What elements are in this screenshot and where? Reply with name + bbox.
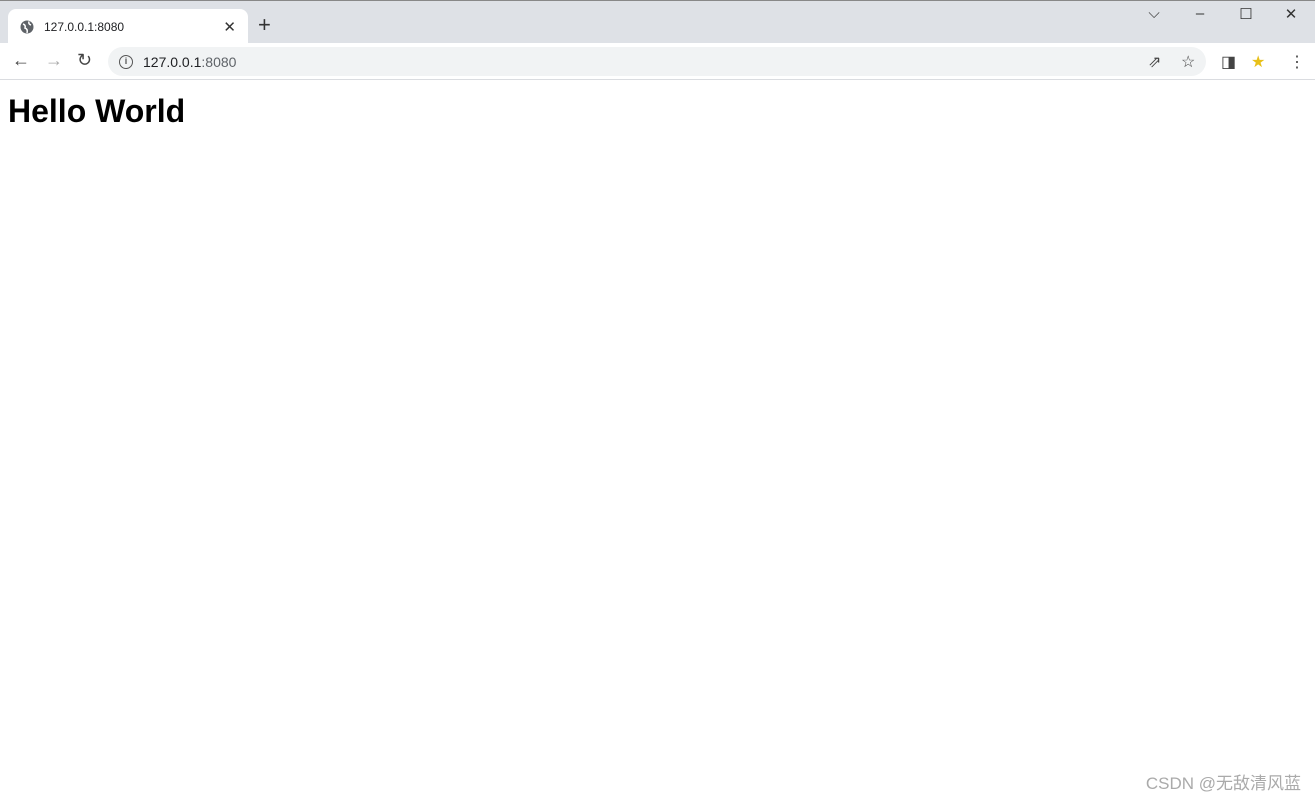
globe-icon [20,20,34,33]
forward-arrow-icon[interactable]: → [45,50,63,71]
tab-active[interactable]: 127.0.0.1:8080 ✕ [8,9,248,44]
address-bar[interactable]: i 127.0.0.1:8080 [108,47,1206,76]
profile-avatar-icon[interactable]: ★ [1251,52,1265,72]
share-icon[interactable]: ⇗ [1148,52,1161,72]
bookmark-star-icon[interactable]: ☆ [1181,52,1195,72]
new-tab-button[interactable]: + [258,14,271,36]
reload-icon[interactable]: ↻ [77,50,92,71]
close-tab-icon[interactable]: ✕ [223,18,236,36]
url-text[interactable]: 127.0.0.1:8080 [143,54,236,70]
menu-kebab-icon[interactable]: ⋮ [1289,52,1305,72]
tab-search-chevron-icon[interactable]: ⌵ [1139,5,1169,22]
watermark: CSDN @无敌清风蓝 [1145,774,1301,793]
side-panel-icon[interactable]: ◨ [1221,52,1236,72]
page-heading: Hello World [8,93,186,129]
tab-strip: 127.0.0.1:8080 ✕ + ⌵ – ☐ ✕ [0,0,1315,44]
close-window-button[interactable]: ✕ [1276,5,1306,23]
maximize-button[interactable]: ☐ [1231,5,1261,23]
minimize-button[interactable]: – [1185,5,1215,22]
tab-title: 127.0.0.1:8080 [44,19,125,34]
back-arrow-icon[interactable]: ← [12,50,30,71]
browser-toolbar: ← → ↻ i 127.0.0.1:8080 ⇗ ☆ ◨ ★ ⋮ [0,43,1315,80]
info-icon[interactable]: i [119,54,133,69]
